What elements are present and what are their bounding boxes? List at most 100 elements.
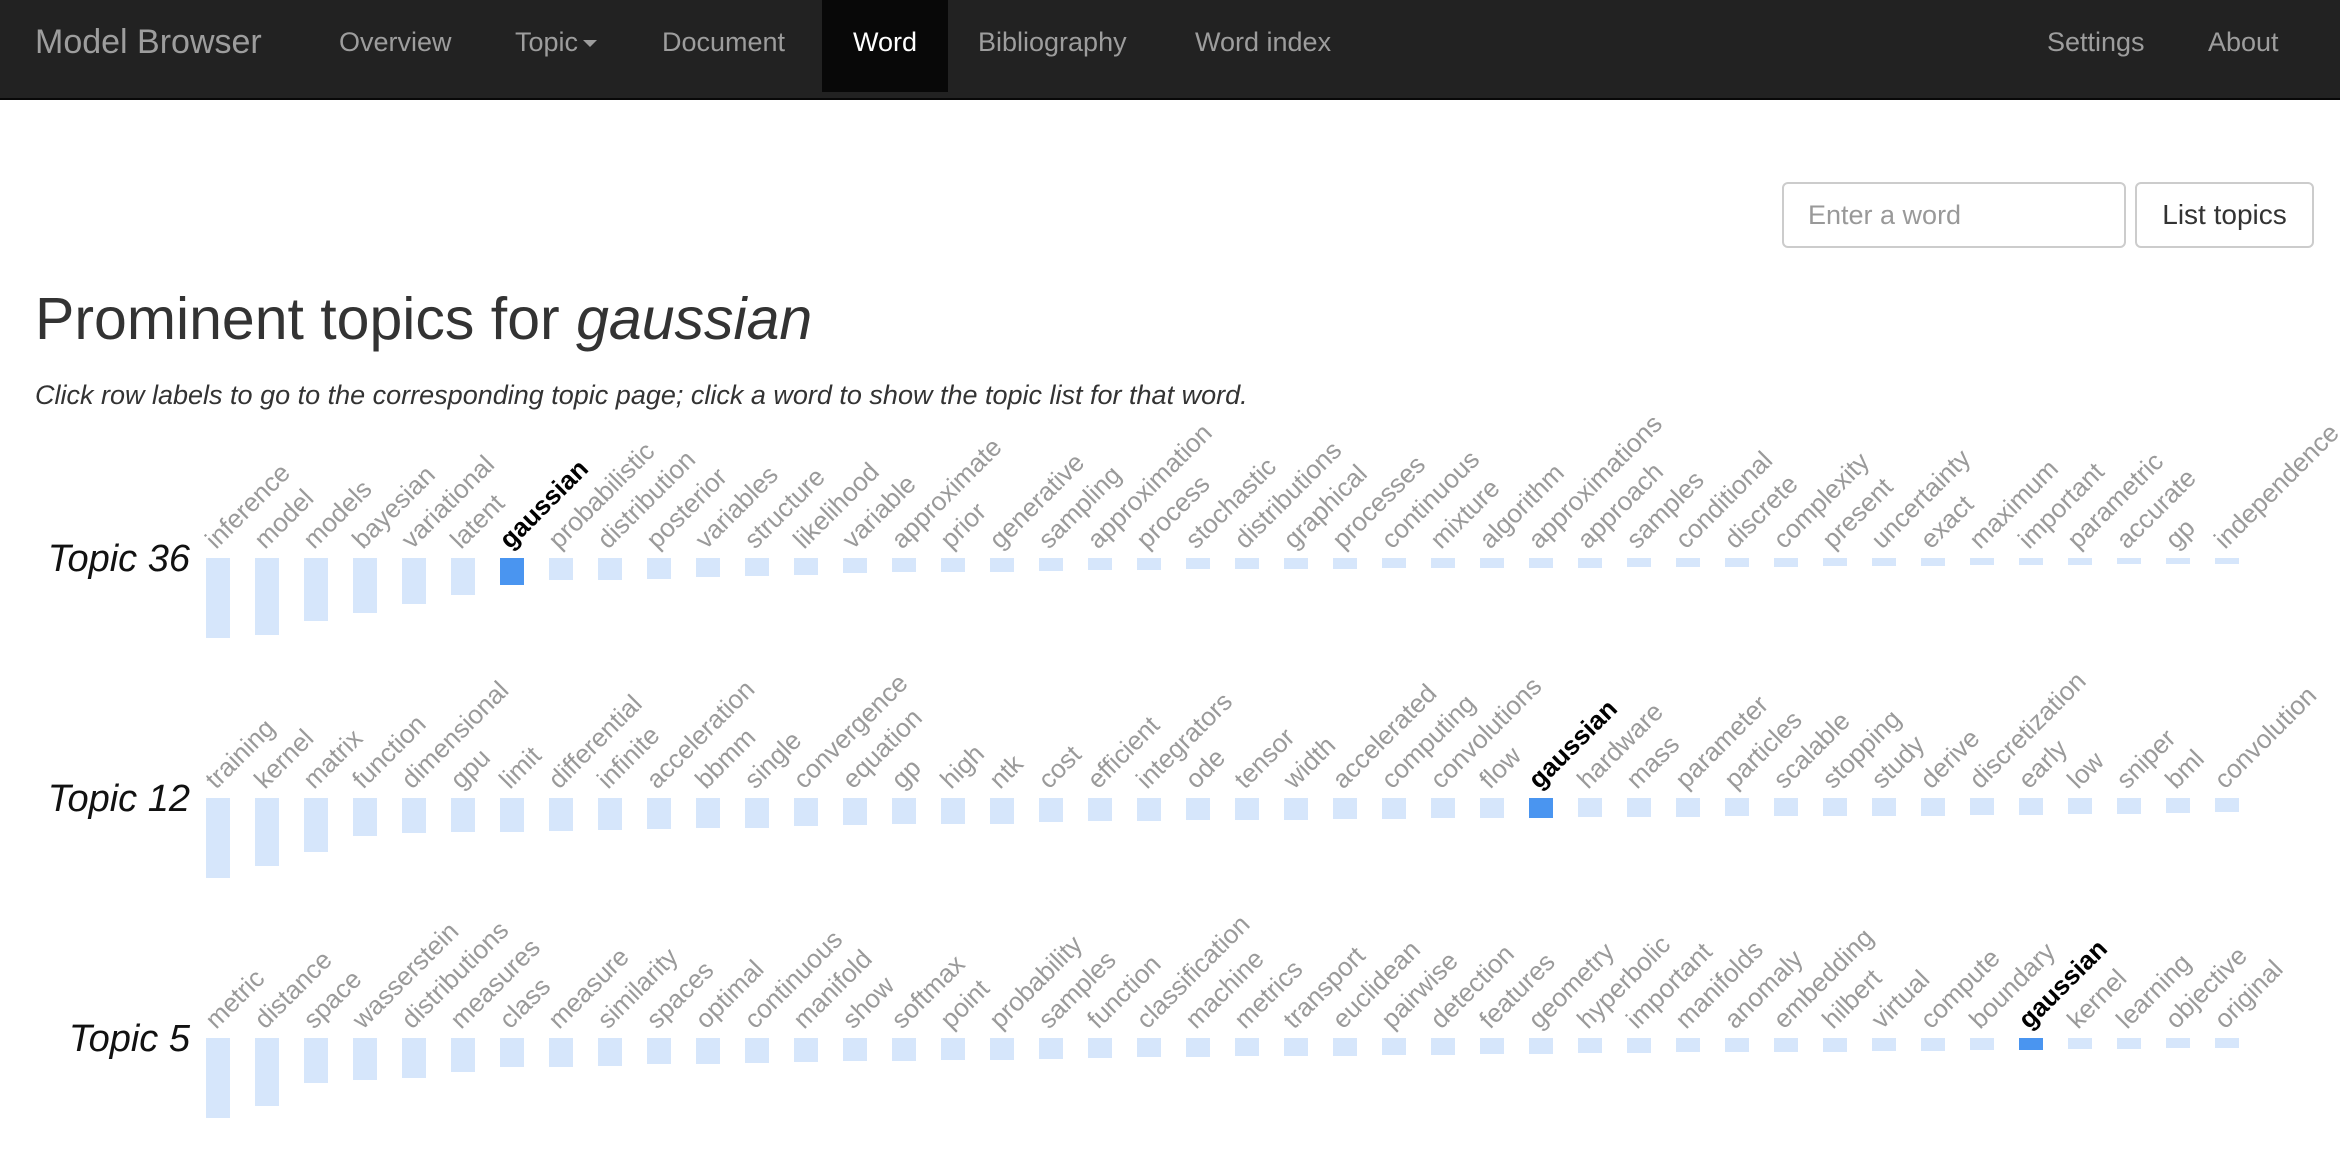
word-bar[interactable] — [598, 798, 622, 830]
word-label[interactable]: limit — [493, 740, 547, 794]
word-bar[interactable] — [1186, 798, 1210, 820]
word-label[interactable]: ntk — [983, 748, 1029, 794]
word-bar[interactable] — [549, 798, 573, 831]
word-bar[interactable] — [2019, 798, 2043, 815]
word-bar[interactable] — [794, 1038, 818, 1062]
word-bar[interactable] — [598, 1038, 622, 1066]
word-bar[interactable] — [2166, 798, 2190, 813]
word-bar[interactable] — [255, 798, 279, 866]
word-bar[interactable] — [402, 1038, 426, 1078]
word-bar[interactable] — [647, 1038, 671, 1064]
word-bar[interactable] — [1431, 558, 1455, 568]
word-label[interactable]: independence — [2208, 417, 2340, 554]
word-bar[interactable] — [1823, 558, 1847, 566]
word-bar[interactable] — [1676, 1038, 1700, 1052]
word-bar[interactable] — [255, 1038, 279, 1106]
word-bar[interactable] — [1137, 1038, 1161, 1057]
word-bar[interactable] — [1235, 558, 1259, 569]
word-bar[interactable] — [990, 558, 1014, 572]
word-bar[interactable] — [1137, 558, 1161, 570]
word-bar[interactable] — [500, 798, 524, 832]
word-bar[interactable] — [1039, 1038, 1063, 1059]
word-bar[interactable] — [304, 1038, 328, 1083]
word-bar[interactable] — [1284, 1038, 1308, 1056]
word-bar[interactable] — [1921, 558, 1945, 566]
word-bar[interactable] — [255, 558, 279, 635]
word-bar[interactable] — [1431, 798, 1455, 818]
word-bar[interactable] — [1676, 798, 1700, 817]
word-bar[interactable] — [2215, 1038, 2239, 1048]
word-bar[interactable] — [892, 558, 916, 572]
word-bar[interactable] — [1529, 558, 1553, 568]
word-label[interactable]: cost — [1032, 739, 1087, 794]
word-bar[interactable] — [1088, 798, 1112, 821]
topic-row-label[interactable]: Topic 12 — [48, 778, 190, 820]
word-bar[interactable] — [1382, 1038, 1406, 1055]
word-bar[interactable] — [941, 558, 965, 572]
word-bar[interactable] — [1382, 798, 1406, 819]
word-bar[interactable] — [1333, 1038, 1357, 1056]
word-bar[interactable] — [353, 1038, 377, 1080]
word-bar[interactable] — [745, 1038, 769, 1063]
word-bar[interactable] — [1774, 798, 1798, 816]
word-bar[interactable] — [745, 798, 769, 828]
word-bar[interactable] — [1774, 558, 1798, 567]
word-bar[interactable] — [206, 558, 230, 638]
word-bar[interactable] — [1823, 1038, 1847, 1052]
word-bar[interactable] — [1235, 798, 1259, 820]
word-bar[interactable] — [1431, 1038, 1455, 1055]
word-bar[interactable] — [500, 558, 524, 585]
word-bar[interactable] — [2117, 798, 2141, 814]
word-bar[interactable] — [1872, 798, 1896, 816]
word-bar[interactable] — [647, 558, 671, 579]
word-bar[interactable] — [1823, 798, 1847, 816]
word-bar[interactable] — [1480, 798, 1504, 818]
word-bar[interactable] — [1039, 558, 1063, 571]
word-bar[interactable] — [2068, 1038, 2092, 1049]
word-bar[interactable] — [304, 558, 328, 621]
word-bar[interactable] — [1970, 1038, 1994, 1050]
word-bar[interactable] — [1039, 798, 1063, 822]
word-bar[interactable] — [402, 798, 426, 833]
word-bar[interactable] — [206, 798, 230, 878]
word-bar[interactable] — [2166, 558, 2190, 564]
word-bar[interactable] — [1921, 1038, 1945, 1051]
word-bar[interactable] — [1529, 1038, 1553, 1054]
word-bar[interactable] — [696, 1038, 720, 1064]
word-bar[interactable] — [941, 798, 965, 824]
word-label[interactable]: convolution — [2208, 680, 2322, 794]
word-bar[interactable] — [549, 1038, 573, 1067]
word-bar[interactable] — [1725, 558, 1749, 567]
word-bar[interactable] — [1970, 558, 1994, 565]
word-bar[interactable] — [1578, 558, 1602, 568]
word-bar[interactable] — [451, 1038, 475, 1072]
word-bar[interactable] — [794, 558, 818, 575]
word-bar[interactable] — [1235, 1038, 1259, 1056]
word-bar[interactable] — [2019, 558, 2043, 565]
word-bar[interactable] — [353, 558, 377, 613]
word-bar[interactable] — [2019, 1038, 2043, 1050]
word-label[interactable]: high — [934, 738, 990, 794]
topic-row-label[interactable]: Topic 36 — [48, 538, 191, 580]
word-bar[interactable] — [1578, 798, 1602, 817]
word-bar[interactable] — [892, 798, 916, 824]
word-bar[interactable] — [1284, 558, 1308, 569]
word-bar[interactable] — [2166, 1038, 2190, 1048]
word-bar[interactable] — [206, 1038, 230, 1118]
word-bar[interactable] — [2117, 1038, 2141, 1049]
word-bar[interactable] — [647, 798, 671, 829]
word-bar[interactable] — [1676, 558, 1700, 567]
word-bar[interactable] — [1970, 798, 1994, 815]
word-bar[interactable] — [696, 798, 720, 828]
word-bar[interactable] — [2215, 798, 2239, 812]
word-bar[interactable] — [843, 558, 867, 573]
word-bar[interactable] — [1578, 1038, 1602, 1053]
word-bar[interactable] — [451, 798, 475, 832]
word-bar[interactable] — [1921, 798, 1945, 816]
word-bar[interactable] — [1382, 558, 1406, 568]
word-bar[interactable] — [1627, 558, 1651, 567]
word-bar[interactable] — [1725, 798, 1749, 816]
word-bar[interactable] — [451, 558, 475, 595]
word-bar[interactable] — [794, 798, 818, 826]
word-bar[interactable] — [1627, 1038, 1651, 1053]
